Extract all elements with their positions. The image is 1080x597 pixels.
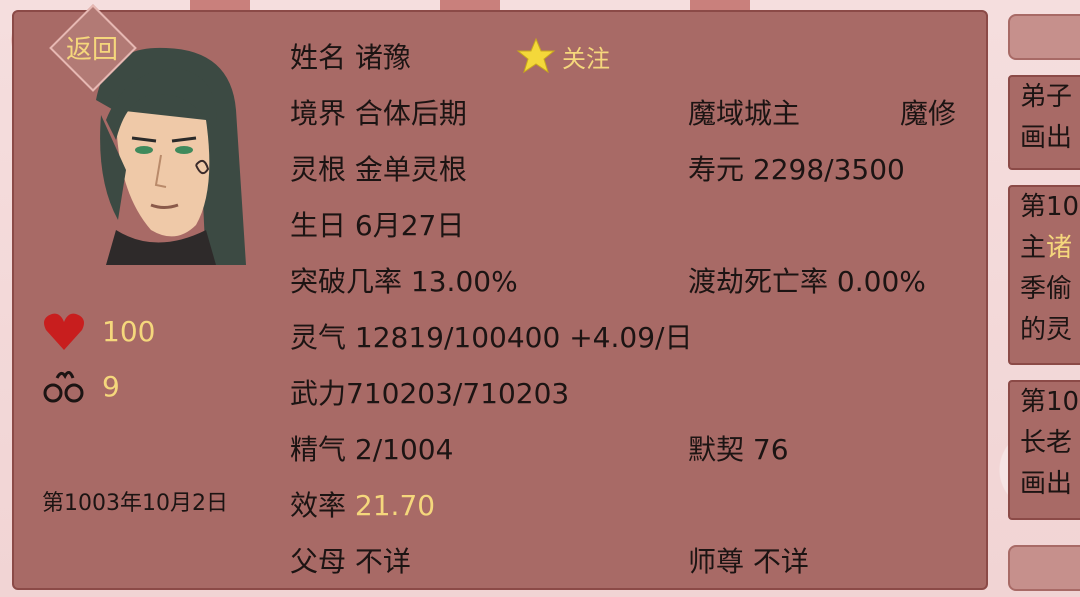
log-line: 第10 xyxy=(1020,192,1080,222)
essence-row: 精气 2/1004 xyxy=(290,428,453,468)
title-value: 魔域城主 xyxy=(688,97,801,130)
master-value: 不详 xyxy=(752,545,809,578)
tribulation-value: 0.00% xyxy=(836,265,926,298)
handcuffs-icon xyxy=(43,371,84,403)
breakthrough-label: 突破几率 xyxy=(290,265,403,298)
star-icon xyxy=(516,37,556,74)
essence-value: 2/1004 xyxy=(354,433,454,466)
log-entry[interactable]: 弟子 画出 xyxy=(1008,75,1080,170)
bond-value: 76 xyxy=(752,433,789,466)
health-stat: 100 xyxy=(42,310,155,352)
class-value: 魔修 xyxy=(900,97,957,130)
force-label: 武力 xyxy=(290,377,347,410)
log-entry[interactable]: 第10 主诸 季偷 的灵 xyxy=(1008,185,1080,365)
name-row: 姓名 诸豫 xyxy=(290,36,411,76)
realm-value: 合体后期 xyxy=(354,97,467,130)
realm-label: 境界 xyxy=(290,97,347,130)
log-line: 季偷 xyxy=(1020,274,1073,304)
log-line: 主诸 xyxy=(1020,228,1080,269)
log-line: 第10 xyxy=(1020,387,1080,417)
log-tab-bottom[interactable] xyxy=(1008,545,1080,591)
log-line: 弟子 xyxy=(1020,82,1073,112)
follow-label: 关注 xyxy=(562,44,610,73)
root-value: 金单灵根 xyxy=(354,153,467,186)
master-row: 师尊 不详 xyxy=(688,540,809,580)
breakthrough-value: 13.00% xyxy=(410,265,518,298)
efficiency-value: 21.70 xyxy=(354,489,436,522)
log-line: 画出 xyxy=(1020,469,1073,499)
back-button-label: 返回 xyxy=(65,34,118,65)
log-line: 画出 xyxy=(1020,123,1073,153)
top-tab[interactable] xyxy=(690,0,750,10)
heart-icon xyxy=(44,313,84,350)
parents-label: 父母 xyxy=(290,545,347,578)
qi-value: 12819/100400 +4.09/日 xyxy=(354,321,693,354)
breakthrough-row: 突破几率 13.00% xyxy=(290,260,518,300)
log-entry[interactable]: 第10 长老 画出 xyxy=(1008,380,1080,520)
qi-label: 灵气 xyxy=(290,321,347,354)
master-label: 师尊 xyxy=(688,545,745,578)
parents-row: 父母 不详 xyxy=(290,540,411,580)
realm-row: 境界 合体后期 xyxy=(290,92,467,132)
force-row: 武力710203/710203 xyxy=(290,372,569,412)
follow-button[interactable]: 关注 xyxy=(516,36,610,76)
bond-row: 默契 76 xyxy=(688,428,789,468)
lifespan-label: 寿元 xyxy=(688,153,745,186)
tribulation-row: 渡劫死亡率 0.00% xyxy=(688,260,926,300)
essence-label: 精气 xyxy=(290,433,347,466)
shackles-value: 9 xyxy=(102,369,120,403)
qi-row: 灵气 12819/100400 +4.09/日 xyxy=(290,316,692,356)
root-label: 灵根 xyxy=(290,153,347,186)
parents-value: 不详 xyxy=(354,545,411,578)
health-value: 100 xyxy=(102,314,156,348)
efficiency-label: 效率 xyxy=(290,489,347,522)
log-line: 长老 xyxy=(1020,428,1073,458)
birthday-row: 生日 6月27日 xyxy=(290,204,464,244)
birthday-label: 生日 xyxy=(290,209,347,242)
birthday-value: 6月27日 xyxy=(354,209,465,242)
log-line-text: 主诸 xyxy=(1020,233,1073,263)
lifespan-row: 寿元 2298/3500 xyxy=(688,148,905,188)
shackles-stat: 9 xyxy=(42,366,120,406)
back-button[interactable]: 返回 xyxy=(44,12,140,82)
efficiency-row: 效率 21.70 xyxy=(290,484,435,524)
root-row: 灵根 金单灵根 xyxy=(290,148,467,188)
top-tab[interactable] xyxy=(440,0,500,10)
name-value: 诸豫 xyxy=(354,41,411,74)
log-line: 的灵 xyxy=(1020,315,1073,345)
force-value: 710203/710203 xyxy=(346,377,570,410)
name-label: 姓名 xyxy=(290,41,347,74)
log-tab-top[interactable] xyxy=(1008,14,1080,60)
bond-label: 默契 xyxy=(688,433,745,466)
lifespan-value: 2298/3500 xyxy=(752,153,905,186)
game-date: 第1003年10月2日 xyxy=(42,491,228,516)
tribulation-label: 渡劫死亡率 xyxy=(688,265,829,298)
top-tab[interactable] xyxy=(190,0,250,10)
